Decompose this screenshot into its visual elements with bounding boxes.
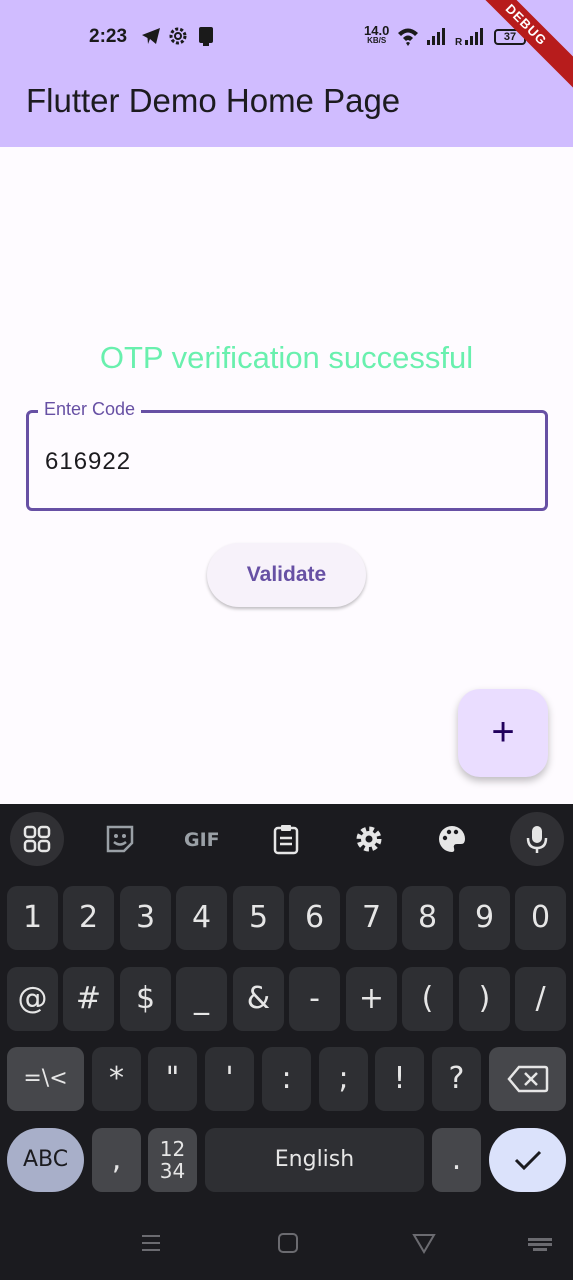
key-asterisk[interactable]: * <box>92 1047 141 1111</box>
navigation-bar <box>0 1214 573 1280</box>
key-dollar[interactable]: $ <box>120 967 171 1031</box>
settings-icon[interactable] <box>342 812 396 866</box>
key-period[interactable]: . <box>432 1128 481 1192</box>
validate-button[interactable]: Validate <box>207 543 366 607</box>
net-speed: 14.0 KB/S <box>364 23 390 45</box>
key-single-quote[interactable]: ' <box>205 1047 254 1111</box>
key-0[interactable]: 0 <box>515 886 566 950</box>
key-8[interactable]: 8 <box>402 886 453 950</box>
telegram-icon <box>142 28 160 44</box>
keyboard-icon[interactable] <box>527 1230 553 1256</box>
key-double-quote[interactable]: " <box>148 1047 197 1111</box>
code-input-label: Enter Code <box>38 399 142 420</box>
key-9[interactable]: 9 <box>459 886 510 950</box>
key-minus[interactable]: - <box>289 967 340 1031</box>
key-at[interactable]: @ <box>7 967 58 1031</box>
status-bar: 2:23 14.0 KB/S R 37 <box>0 0 573 72</box>
roaming-signal-icon: R <box>455 28 483 48</box>
wifi-icon <box>398 28 418 46</box>
space-key[interactable]: English <box>205 1128 424 1192</box>
key-4[interactable]: 4 <box>176 886 227 950</box>
home-icon[interactable] <box>275 1230 301 1256</box>
settings-icon <box>169 27 187 45</box>
numpad-key[interactable]: 12 34 <box>148 1128 197 1192</box>
key-6[interactable]: 6 <box>289 886 340 950</box>
key-open-paren[interactable]: ( <box>402 967 453 1031</box>
key-7[interactable]: 7 <box>346 886 397 950</box>
backspace-key[interactable] <box>489 1047 566 1111</box>
key-exclamation[interactable]: ! <box>375 1047 424 1111</box>
key-slash[interactable]: / <box>515 967 566 1031</box>
key-underscore[interactable]: _ <box>176 967 227 1031</box>
add-fab-button[interactable]: + <box>458 689 548 777</box>
key-semicolon[interactable]: ; <box>319 1047 368 1111</box>
palette-icon[interactable] <box>425 812 479 866</box>
menu-icon[interactable] <box>138 1230 164 1256</box>
app-icon <box>199 27 213 46</box>
key-comma[interactable]: , <box>92 1128 141 1192</box>
otp-status-message: OTP verification successful <box>99 340 474 375</box>
soft-keyboard: GIF 1 2 3 4 5 6 7 8 9 0 @ # $ _ & - + ( … <box>0 804 573 1280</box>
abc-key[interactable]: ABC <box>7 1128 84 1192</box>
key-3[interactable]: 3 <box>120 886 171 950</box>
apps-icon[interactable] <box>10 812 64 866</box>
key-2[interactable]: 2 <box>63 886 114 950</box>
key-plus[interactable]: + <box>346 967 397 1031</box>
key-hash[interactable]: # <box>63 967 114 1031</box>
key-colon[interactable]: : <box>262 1047 311 1111</box>
key-more-symbols[interactable]: =\< <box>7 1047 84 1111</box>
key-close-paren[interactable]: ) <box>459 967 510 1031</box>
sticker-icon[interactable] <box>93 812 147 866</box>
svg-text:R: R <box>455 37 463 48</box>
page-title: Flutter Demo Home Page <box>26 82 401 119</box>
back-icon[interactable] <box>411 1230 437 1256</box>
code-input-value[interactable]: 616922 <box>45 448 131 476</box>
app-bar: 2:23 14.0 KB/S R 37 Flutter Demo Home Pa… <box>0 0 573 147</box>
signal-icon <box>427 28 445 45</box>
keyboard-toolbar: GIF <box>0 804 573 874</box>
checkmark-icon <box>514 1150 541 1171</box>
key-question[interactable]: ? <box>432 1047 481 1111</box>
status-time: 2:23 <box>89 26 128 47</box>
key-ampersand[interactable]: & <box>233 967 284 1031</box>
key-1[interactable]: 1 <box>7 886 58 950</box>
gif-icon[interactable]: GIF <box>175 812 229 866</box>
mic-icon[interactable] <box>510 812 564 866</box>
svg-text:GIF: GIF <box>184 829 220 851</box>
plus-icon: + <box>491 710 515 754</box>
backspace-icon <box>506 1065 548 1093</box>
clipboard-icon[interactable] <box>259 812 313 866</box>
enter-key[interactable] <box>489 1128 566 1192</box>
key-5[interactable]: 5 <box>233 886 284 950</box>
